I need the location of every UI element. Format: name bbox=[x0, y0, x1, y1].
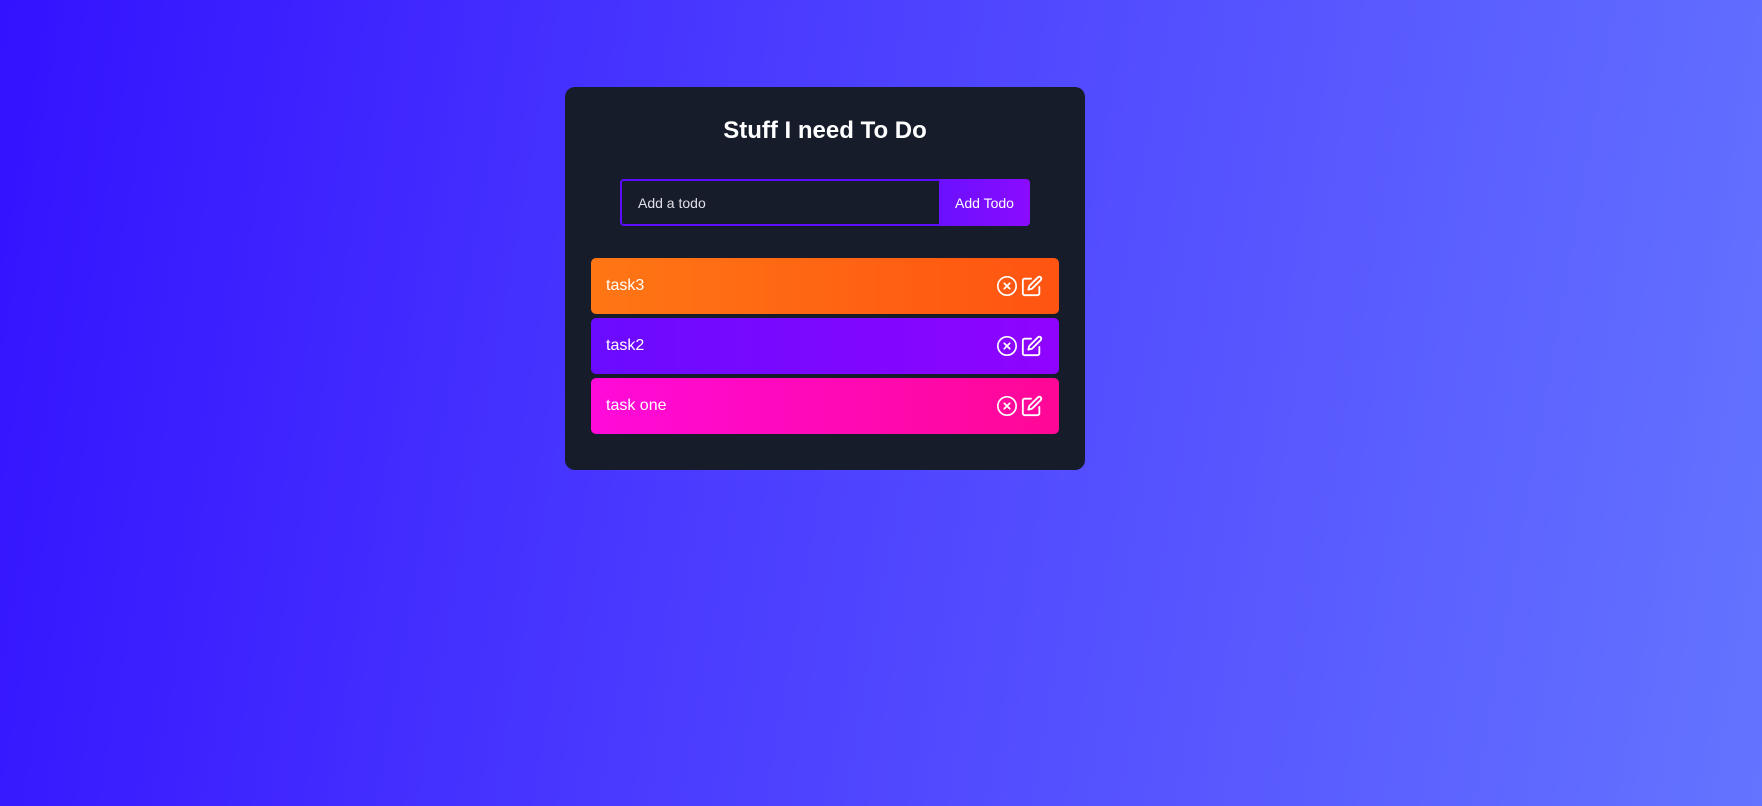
todo-item[interactable]: task one bbox=[591, 378, 1059, 434]
todo-item-text[interactable]: task3 bbox=[606, 277, 644, 295]
todo-item-text[interactable]: task one bbox=[606, 397, 666, 415]
todo-item[interactable]: task2 bbox=[591, 318, 1059, 374]
todo-item[interactable]: task3 bbox=[591, 258, 1059, 314]
todo-input[interactable] bbox=[620, 179, 939, 226]
pencil-edit-icon[interactable] bbox=[1021, 335, 1043, 357]
pencil-edit-icon[interactable] bbox=[1021, 275, 1043, 297]
todo-item-actions bbox=[996, 275, 1043, 297]
todo-list: task3 task2 task one bbox=[591, 258, 1059, 438]
todo-item-actions bbox=[996, 395, 1043, 417]
circle-x-icon[interactable] bbox=[996, 335, 1018, 357]
page-title: Stuff I need To Do bbox=[723, 117, 927, 144]
todo-app-panel: Stuff I need To Do Add Todo task3 bbox=[565, 87, 1085, 470]
pencil-edit-icon[interactable] bbox=[1021, 395, 1043, 417]
todo-item-text[interactable]: task2 bbox=[606, 337, 644, 355]
circle-x-icon[interactable] bbox=[996, 275, 1018, 297]
todo-item-actions bbox=[996, 335, 1043, 357]
circle-x-icon[interactable] bbox=[996, 395, 1018, 417]
add-todo-button[interactable]: Add Todo bbox=[939, 179, 1030, 226]
todo-form: Add Todo bbox=[620, 179, 1030, 226]
